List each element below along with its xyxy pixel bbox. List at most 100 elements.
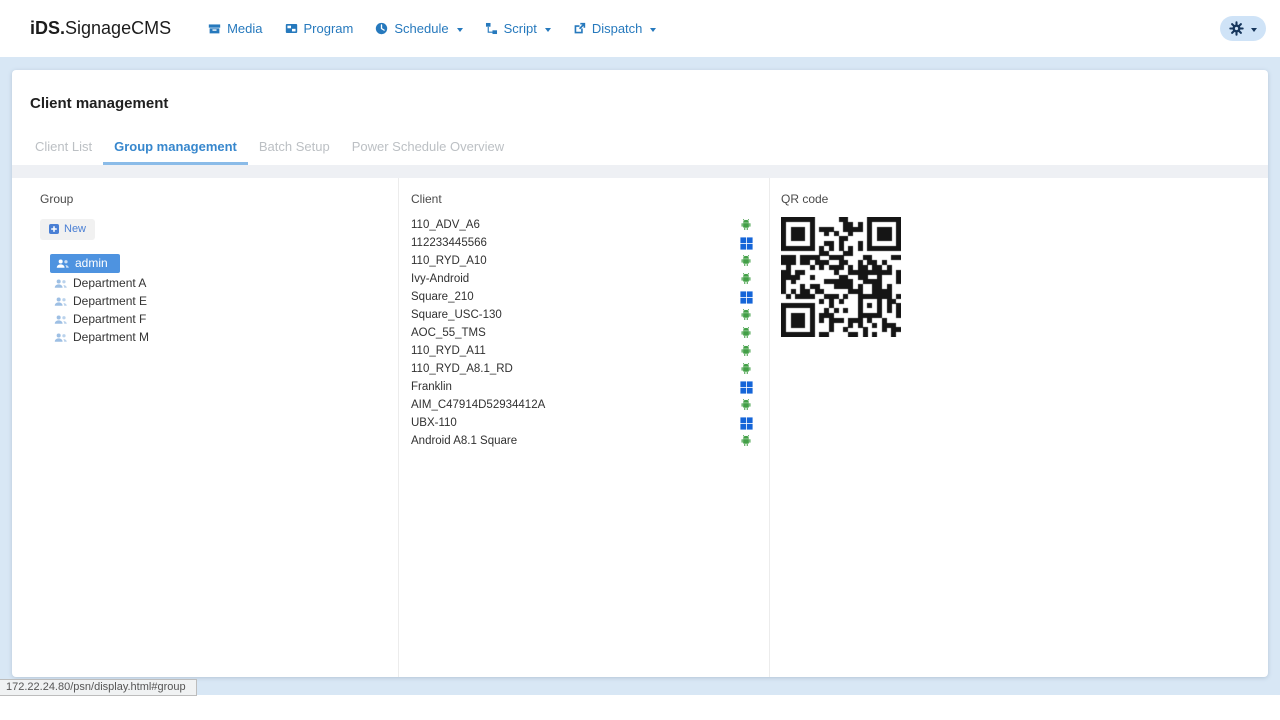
client-row[interactable]: Franklin — [399, 378, 769, 396]
tab-bar: Client List Group management Batch Setup Po… — [12, 131, 1268, 165]
main-nav: Media Program Schedule Script Dispatch — [197, 15, 667, 42]
chevron-down-icon — [650, 27, 657, 32]
android-icon — [739, 326, 753, 340]
client-list: 110_ADV_A6 112233445566 110_RYD_A10 Ivy-And… — [399, 216, 769, 450]
settings-button[interactable] — [1220, 16, 1266, 41]
new-group-button-label: New — [64, 223, 87, 235]
qr-code-image — [781, 217, 901, 337]
client-name: Franklin — [411, 381, 452, 393]
tab-power-schedule-overview[interactable]: Power Schedule Overview — [341, 131, 515, 165]
users-icon — [54, 278, 68, 289]
android-icon — [739, 254, 753, 268]
client-row[interactable]: Android A8.1 Square — [399, 432, 769, 450]
group-item[interactable]: Department A — [54, 275, 146, 291]
media-icon — [208, 22, 221, 35]
tab-separator-strip — [12, 165, 1268, 178]
android-icon — [739, 218, 753, 232]
page-background: iDS.SignageCMS Media Program Schedule Scrip… — [0, 0, 1280, 696]
windows-icon — [740, 236, 753, 250]
users-icon — [54, 314, 68, 325]
nav-item-label: Program — [303, 21, 354, 36]
nav-item-label: Script — [503, 21, 537, 36]
client-row[interactable]: AOC_55_TMS — [399, 324, 769, 342]
group-item-label: Department F — [73, 312, 147, 326]
dispatch-icon — [573, 22, 586, 35]
group-item[interactable]: admin — [50, 254, 120, 273]
chevron-down-icon — [1251, 27, 1257, 32]
group-panel: Group New admin Department A Department E D… — [12, 178, 399, 677]
tab-batch-setup[interactable]: Batch Setup — [248, 131, 341, 165]
client-row[interactable]: Square_210 — [399, 288, 769, 306]
qr-panel-label: QR code — [781, 192, 829, 206]
group-item-label: Department M — [73, 330, 150, 344]
android-icon — [739, 434, 753, 448]
client-row[interactable]: AIM_C47914D52934412A — [399, 396, 769, 414]
android-icon — [739, 344, 753, 358]
windows-icon — [740, 380, 753, 394]
client-name: 110_RYD_A10 — [411, 255, 487, 267]
app-logo: iDS.SignageCMS — [30, 18, 171, 39]
client-panel: Client 110_ADV_A6 112233445566 110_RYD_A10… — [399, 178, 770, 677]
client-name: 110_RYD_A11 — [411, 345, 486, 357]
android-icon — [739, 362, 753, 376]
client-row[interactable]: 110_ADV_A6 — [399, 216, 769, 234]
client-row[interactable]: 112233445566 — [399, 234, 769, 252]
group-item[interactable]: Department M — [54, 329, 149, 345]
client-name: AOC_55_TMS — [411, 327, 486, 339]
client-name: AIM_C47914D52934412A — [411, 399, 546, 411]
client-name: 112233445566 — [411, 237, 487, 249]
nav-item-dispatch[interactable]: Dispatch — [562, 15, 668, 42]
nav-item-label: Dispatch — [591, 21, 643, 36]
nav-item-label: Media — [227, 21, 263, 36]
client-name: Square_210 — [411, 291, 474, 303]
top-navbar: iDS.SignageCMS Media Program Schedule Scrip… — [0, 0, 1280, 57]
client-management-card: Client management Client List Group manag… — [12, 70, 1268, 677]
chevron-down-icon — [456, 27, 463, 32]
app-logo-bold: iDS. — [30, 18, 66, 38]
link-preview-statusbar: 172.22.24.80/psn/display.html#group — [0, 679, 197, 696]
chevron-down-icon — [544, 27, 551, 32]
group-panel-label: Group — [40, 192, 74, 206]
client-name: UBX-110 — [411, 417, 457, 429]
client-panel-label: Client — [411, 192, 442, 206]
group-item[interactable]: Department F — [54, 311, 146, 327]
windows-icon — [740, 290, 753, 304]
client-row[interactable]: 110_RYD_A8.1_RD — [399, 360, 769, 378]
users-icon — [56, 258, 70, 269]
plus-square-icon — [49, 224, 59, 234]
nav-item-script[interactable]: Script — [474, 15, 562, 42]
tab-group-management[interactable]: Group management — [103, 131, 248, 165]
group-item-label: Department E — [73, 294, 148, 308]
group-item[interactable]: Department E — [54, 293, 147, 309]
tab-client-list[interactable]: Client List — [24, 131, 103, 165]
qr-panel: QR code — [770, 178, 1268, 677]
users-icon — [54, 296, 68, 307]
client-name: 110_ADV_A6 — [411, 219, 480, 231]
group-tree: admin Department A Department E Department … — [40, 254, 398, 345]
nav-item-label: Schedule — [394, 21, 449, 36]
client-name: Android A8.1 Square — [411, 435, 518, 447]
android-icon — [739, 398, 753, 412]
client-name: Square_USC-130 — [411, 309, 502, 321]
android-icon — [739, 308, 753, 322]
client-name: Ivy-Android — [411, 273, 470, 285]
program-icon — [285, 22, 298, 35]
gear-icon — [1229, 21, 1244, 36]
client-row[interactable]: UBX-110 — [399, 414, 769, 432]
schedule-icon — [375, 22, 388, 35]
users-icon — [54, 332, 68, 343]
client-row[interactable]: Square_USC-130 — [399, 306, 769, 324]
page-title: Client management — [30, 95, 169, 112]
nav-item-program[interactable]: Program — [274, 15, 365, 42]
app-logo-rest: SignageCMS — [65, 18, 172, 38]
nav-item-media[interactable]: Media — [197, 15, 273, 42]
client-name: 110_RYD_A8.1_RD — [411, 363, 513, 375]
nav-item-schedule[interactable]: Schedule — [364, 15, 473, 42]
windows-icon — [740, 416, 753, 430]
client-row[interactable]: 110_RYD_A11 — [399, 342, 769, 360]
client-row[interactable]: Ivy-Android — [399, 270, 769, 288]
new-group-button[interactable]: New — [40, 219, 96, 240]
client-row[interactable]: 110_RYD_A10 — [399, 252, 769, 270]
content-area: Group New admin Department A Department E D… — [12, 178, 1268, 677]
group-item-label: Department A — [73, 276, 147, 290]
